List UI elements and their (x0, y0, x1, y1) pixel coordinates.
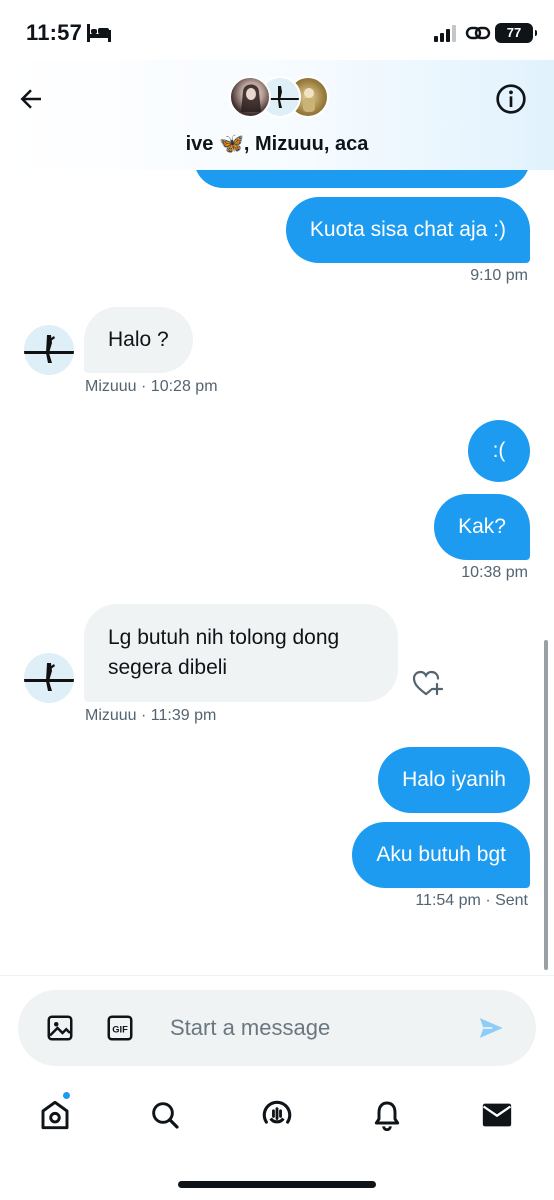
group-name[interactable]: ive 🦋, Mizuuu, aca (0, 131, 554, 156)
link-icon (465, 26, 491, 40)
group-avatars[interactable] (229, 76, 329, 120)
notification-dot (62, 1091, 71, 1100)
status-bar: 11:57 77 (0, 0, 554, 66)
react-button[interactable] (410, 667, 446, 699)
message-text-line: Lg butuh nih tolong dong (108, 626, 340, 649)
nav-search[interactable] (140, 1090, 190, 1140)
sender-name: Mizuuu (85, 378, 137, 395)
bottom-nav (0, 1080, 554, 1150)
message-meta: Mizuuu · 11:39 pm (85, 707, 216, 725)
message-meta: Mizuuu · 10:28 pm (85, 378, 218, 396)
battery-icon: 77 (495, 23, 537, 43)
message-status: · Sent (485, 892, 528, 909)
messages-icon (482, 1103, 512, 1127)
notifications-icon (374, 1101, 400, 1131)
message-meta: 11:54 pm · Sent (415, 892, 528, 910)
message-timestamp: 11:54 pm (415, 892, 481, 909)
message-text-line: segera dibeli (108, 656, 228, 679)
home-icon (41, 1100, 69, 1130)
image-icon (47, 1015, 73, 1041)
home-indicator (178, 1181, 376, 1188)
status-time: 11:57 (26, 20, 83, 45)
message-timestamp: · 11:39 pm (141, 707, 217, 724)
message-text: :( (492, 439, 506, 462)
bed-icon (87, 24, 111, 42)
media-button[interactable] (42, 1010, 78, 1046)
person-photo-icon (241, 84, 261, 112)
scrollbar[interactable] (544, 640, 548, 970)
avatar (229, 76, 271, 118)
heart-plus-icon (412, 670, 444, 696)
nav-messages[interactable] (472, 1090, 522, 1140)
message-bubble-outgoing[interactable]: Kuota sisa chat aja :) (285, 197, 530, 263)
message-bubble-incoming[interactable]: Lg butuh nih tolong dong segera dibeli (84, 604, 398, 702)
gif-button[interactable]: GIF (102, 1010, 138, 1046)
message-bubble-outgoing[interactable]: Aku butuh bgt (352, 822, 530, 888)
signal-icon (434, 25, 456, 42)
spaces-icon (262, 1100, 292, 1124)
message-composer: GIF (18, 990, 536, 1066)
message-timestamp: · 10:28 pm (141, 378, 218, 395)
message-list[interactable]: Kuota sisa chat aja :) 9:10 pm Halo ? Mi… (0, 170, 554, 975)
message-input[interactable] (170, 1010, 460, 1046)
message-bubble-outgoing[interactable]: Kak? (434, 494, 530, 560)
message-text: Kuota sisa chat aja :) (309, 218, 506, 241)
message-text: Halo iyanih (402, 768, 506, 791)
message-timestamp: 10:38 pm (461, 564, 528, 581)
avatar[interactable] (24, 325, 74, 375)
message-text: Kak? (458, 515, 506, 538)
message-bubble-incoming[interactable]: Halo ? (84, 307, 193, 373)
message-bubble-outgoing[interactable]: Halo iyanih (378, 747, 530, 813)
send-icon (479, 1018, 503, 1038)
message-bubble-outgoing[interactable]: :( (468, 420, 530, 482)
avatar[interactable] (24, 653, 74, 703)
message-text: Halo ? (108, 328, 169, 351)
silhouette-icon (24, 335, 74, 363)
nav-notifications[interactable] (362, 1090, 412, 1140)
send-button[interactable] (473, 1010, 509, 1046)
divider (0, 975, 554, 976)
search-icon (152, 1102, 179, 1129)
message-text: Aku butuh bgt (376, 843, 506, 866)
nav-spaces[interactable] (252, 1090, 302, 1140)
message-timestamp: 9:10 pm (470, 267, 528, 284)
sender-name: Mizuuu (85, 707, 137, 724)
message-bubble-outgoing-partial[interactable] (194, 170, 530, 188)
gif-label: GIF (112, 1024, 128, 1034)
conversation-info-button[interactable] (494, 82, 528, 116)
nav-home[interactable] (30, 1090, 80, 1140)
group-name-text: ive 🦋, Mizuuu, aca (185, 133, 369, 155)
conversation-header: ive 🦋, Mizuuu, aca (0, 60, 554, 170)
arrow-left-icon (20, 89, 41, 109)
back-button[interactable] (14, 82, 48, 116)
silhouette-icon (24, 663, 74, 691)
gif-icon: GIF (107, 1015, 133, 1041)
info-icon (496, 84, 526, 114)
